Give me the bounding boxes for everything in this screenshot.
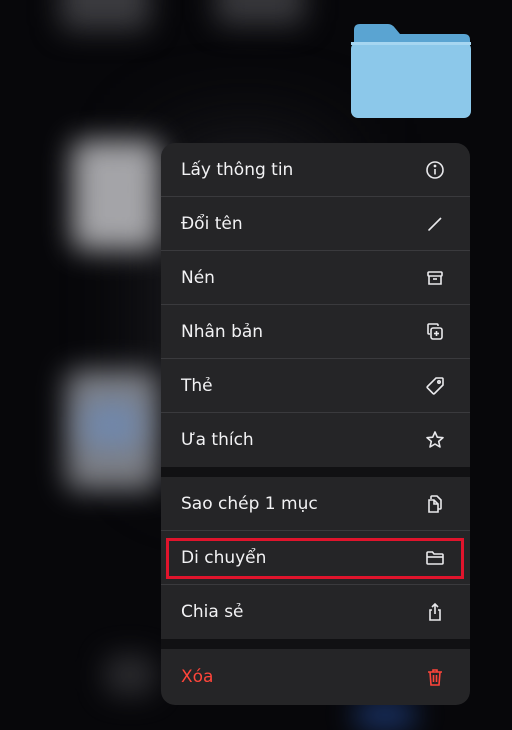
copy-document-icon [424,493,446,515]
menu-item-label: Nén [181,267,215,288]
menu-group-separator [161,467,470,477]
menu-item-label: Sao chép 1 mục [181,493,318,514]
menu-item-label: Ưa thích [181,430,254,450]
duplicate-icon [424,321,446,343]
menu-item-delete[interactable]: Xóa [161,649,470,705]
menu-item-duplicate[interactable]: Nhân bản [161,305,470,359]
info-icon [424,159,446,181]
menu-item-share[interactable]: Chia sẻ [161,585,470,639]
blurred-thumbnail [105,655,155,695]
context-menu: Lấy thông tin Đổi tên Nén Nhân bản Thẻ Ư… [161,143,470,705]
menu-item-label: Chia sẻ [181,602,244,622]
blurred-document-thumbnail [72,140,160,250]
blurred-thumbnail [215,0,305,25]
menu-item-label: Xóa [181,667,214,687]
folder-preview-icon [351,24,471,118]
menu-group-separator [161,639,470,649]
menu-item-label: Nhân bản [181,321,264,342]
menu-item-get-info[interactable]: Lấy thông tin [161,143,470,197]
tag-icon [424,375,446,397]
menu-item-compress[interactable]: Nén [161,251,470,305]
star-icon [424,429,446,451]
blurred-thumbnail-detail [82,400,142,450]
archive-box-icon [424,267,446,289]
menu-item-favorite[interactable]: Ưa thích [161,413,470,467]
menu-item-label: Thẻ [181,375,213,396]
menu-item-copy[interactable]: Sao chép 1 mục [161,477,470,531]
menu-item-label: Đổi tên [181,213,243,234]
menu-item-rename[interactable]: Đổi tên [161,197,470,251]
pencil-icon [424,213,446,235]
folder-icon [424,547,446,569]
menu-item-tags[interactable]: Thẻ [161,359,470,413]
menu-item-move[interactable]: Di chuyển [161,531,470,585]
share-icon [424,601,446,623]
menu-item-label: Lấy thông tin [181,159,294,180]
menu-item-label: Di chuyển [181,547,267,568]
blurred-thumbnail [60,0,150,30]
trash-icon [424,666,446,688]
